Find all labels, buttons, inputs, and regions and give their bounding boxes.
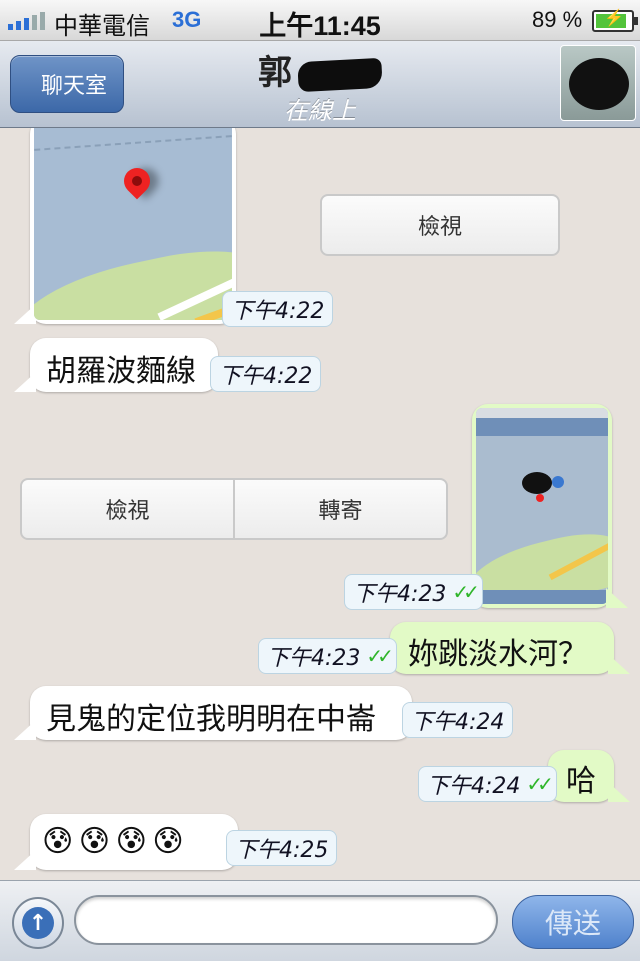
timestamp-text: 下午4:22 <box>219 364 313 389</box>
message-list[interactable]: 下午4:22 檢視 胡羅波麵線 下午4:22 下午4:23 ✓✓ 檢視 轉寄 妳跳… <box>0 128 640 880</box>
location-message[interactable] <box>14 128 236 324</box>
timestamp-text: 下午4:22 <box>231 299 325 324</box>
emoji-text: 😰 😰 😰 😰 <box>42 824 184 859</box>
image-actions: 檢視 轉寄 <box>20 478 448 540</box>
map-land <box>34 235 232 320</box>
message-text: 見鬼的定位我明明在中崙 <box>46 702 376 737</box>
contact-name: 郭 <box>0 45 640 94</box>
timestamp-text: 下午4:24 <box>427 774 521 799</box>
delivered-check-icon: ✓✓ <box>366 644 393 668</box>
status-bar: 中華電信 3G 上午11:45 89 % ⚡ <box>0 0 640 41</box>
image-thumbnail[interactable] <box>476 408 608 604</box>
message-text: 哈 <box>566 764 596 799</box>
map-pin-icon <box>118 162 156 200</box>
message-timestamp: 下午4:23 ✓✓ <box>258 638 397 674</box>
outgoing-message[interactable]: 妳跳淡水河？ <box>390 622 630 674</box>
message-text: 妳跳淡水河？ <box>408 637 588 672</box>
battery-icon: ⚡ <box>592 10 638 32</box>
chat-header: 聊天室 郭 在線上 <box>0 41 640 128</box>
timestamp-text: 下午4:23 <box>353 582 447 607</box>
compose-bar: ↑ 傳送 <box>0 880 640 961</box>
attach-button[interactable]: ↑ <box>12 897 64 949</box>
contact-name-text: 郭 <box>258 53 292 93</box>
thumb-statusbar <box>476 408 608 418</box>
message-input[interactable] <box>74 895 498 945</box>
thumb-toolbar <box>476 418 608 436</box>
send-button[interactable]: 傳送 <box>512 895 634 949</box>
view-image-button[interactable]: 檢視 <box>22 480 233 538</box>
incoming-emoji-message[interactable]: 😰 😰 😰 😰 <box>14 814 238 870</box>
delivered-check-icon: ✓✓ <box>526 772 553 796</box>
location-actions: 檢視 <box>320 194 560 256</box>
battery-percentage: 89 % <box>532 7 583 32</box>
view-location-button[interactable]: 檢視 <box>322 196 558 254</box>
contact-avatar[interactable] <box>560 45 636 121</box>
incoming-message[interactable]: 見鬼的定位我明明在中崙 <box>14 686 412 740</box>
message-timestamp: 下午4:23 ✓✓ <box>344 574 483 610</box>
upload-arrow-icon: ↑ <box>22 907 54 939</box>
redaction-mark <box>569 58 629 110</box>
thumb-bottom-toolbar <box>476 590 608 604</box>
incoming-message[interactable]: 胡羅波麵線 <box>14 338 218 392</box>
message-timestamp: 下午4:25 <box>226 830 338 866</box>
map-thumbnail[interactable] <box>34 128 232 320</box>
message-timestamp: 下午4:24 <box>402 702 514 738</box>
message-timestamp: 下午4:22 <box>210 356 322 392</box>
message-text: 胡羅波麵線 <box>46 354 196 389</box>
map-pin-icon <box>536 494 544 502</box>
timestamp-text: 下午4:24 <box>411 710 505 735</box>
delivered-check-icon: ✓✓ <box>452 580 479 604</box>
redaction-mark <box>297 57 383 92</box>
redaction-mark <box>522 472 552 494</box>
message-timestamp: 下午4:24 ✓✓ <box>418 766 557 802</box>
message-timestamp: 下午4:22 <box>222 291 334 327</box>
outgoing-image-message[interactable] <box>472 404 628 608</box>
forward-image-button[interactable]: 轉寄 <box>233 480 446 538</box>
timestamp-text: 下午4:25 <box>235 838 329 863</box>
timestamp-text: 下午4:23 <box>267 646 361 671</box>
outgoing-message[interactable]: 哈 <box>548 750 630 802</box>
map-info-icon <box>552 476 564 488</box>
map-boundary-line <box>34 135 232 151</box>
contact-status: 在線上 <box>284 97 356 125</box>
